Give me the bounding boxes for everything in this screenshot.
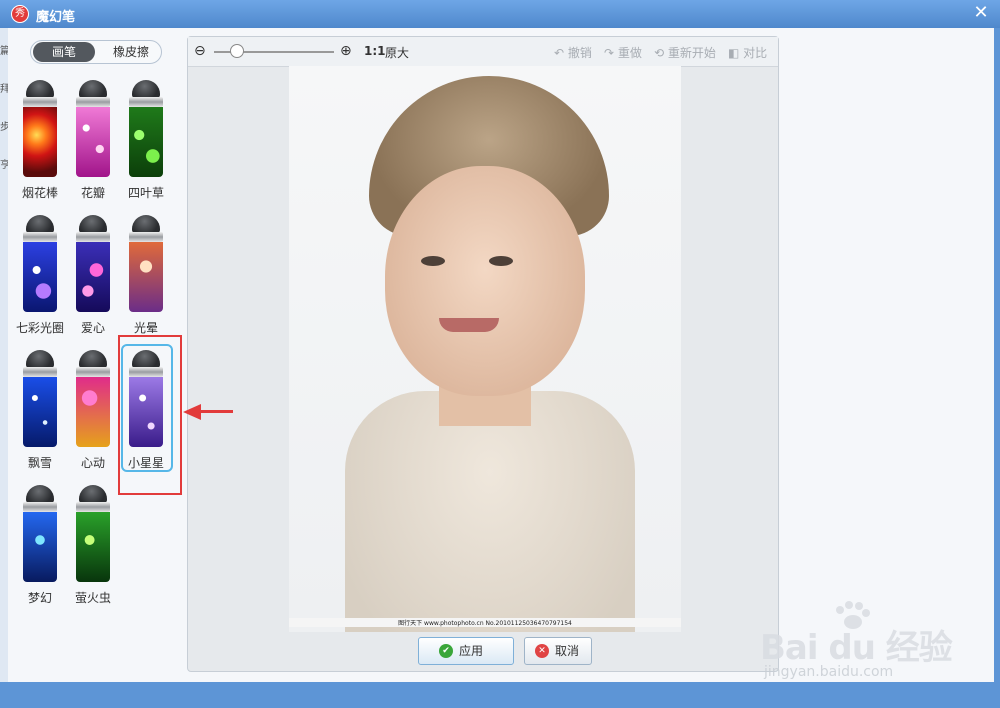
- photo-shirt: [345, 391, 635, 632]
- brush-heart-icon: [76, 242, 110, 312]
- title-bar: 秀 魔幻笔 ✕: [0, 0, 1000, 28]
- brush-cap: [26, 485, 54, 503]
- reset-button[interactable]: ⟲ 重新开始: [654, 44, 716, 61]
- brush-dream-icon: [23, 512, 57, 582]
- brush-clover[interactable]: 四叶草: [124, 80, 168, 208]
- brush-petal[interactable]: 花瓣: [71, 80, 115, 208]
- brush-love[interactable]: 爱心: [71, 215, 115, 343]
- brush-halo-icon: [129, 242, 163, 312]
- undo-label: 撤销: [567, 46, 592, 60]
- brush-ring: [23, 367, 57, 377]
- actual-size-label[interactable]: 原大: [385, 44, 409, 61]
- cancel-button[interactable]: ✕ 取消: [524, 637, 592, 665]
- brush-halo[interactable]: 光晕: [124, 215, 168, 343]
- photo-face: [385, 166, 585, 396]
- brush-rainbow-icon: [23, 242, 57, 312]
- apply-label: 应用: [459, 644, 484, 658]
- brush-ring: [23, 502, 57, 512]
- tab-brush[interactable]: 画笔: [33, 42, 95, 62]
- brush-cap: [26, 80, 54, 98]
- brush-snow[interactable]: 飘雪: [18, 350, 62, 478]
- brush-ring: [23, 232, 57, 242]
- actual-size-ratio[interactable]: 1:1: [364, 44, 386, 58]
- brush-ring: [23, 97, 57, 107]
- brush-cap: [79, 215, 107, 233]
- brush-ring: [76, 232, 110, 242]
- reset-label: 重新开始: [667, 46, 716, 60]
- compare-label: 对比: [743, 46, 768, 60]
- cancel-icon: ✕: [535, 644, 549, 658]
- brush-petal-icon: [76, 107, 110, 177]
- brush-cap: [79, 350, 107, 368]
- brush-dream[interactable]: 梦幻: [18, 485, 62, 613]
- brush-label: 光晕: [133, 321, 158, 335]
- brush-label: 萤火虫: [74, 591, 111, 605]
- brush-cap: [26, 215, 54, 233]
- redo-button[interactable]: ↷ 重做: [604, 44, 642, 61]
- brush-fireworks-icon: [23, 107, 57, 177]
- brush-cap: [79, 485, 107, 503]
- brush-firefly[interactable]: 萤火虫: [71, 485, 115, 613]
- watermark-brand: Bai du 经验: [760, 628, 953, 668]
- close-button[interactable]: ✕: [970, 2, 992, 24]
- brush-cap: [132, 80, 160, 98]
- brush-label: 四叶草: [127, 186, 164, 200]
- check-icon: ✔: [439, 644, 453, 658]
- annotation-arrow-icon: [183, 404, 233, 420]
- photo-eye: [421, 256, 445, 266]
- brush-firefly-icon: [76, 512, 110, 582]
- baidu-watermark: Bai du 经验 jingyan.baidu.com: [760, 600, 970, 690]
- zoom-in-icon[interactable]: ⊕: [340, 43, 356, 59]
- brush-ring: [129, 97, 163, 107]
- brush-fireworks[interactable]: 烟花棒: [18, 80, 62, 208]
- brush-ring: [129, 232, 163, 242]
- brush-rainbow-ring[interactable]: 七彩光圈: [16, 215, 64, 343]
- photo-mouth: [439, 318, 499, 332]
- undo-button[interactable]: ↶ 撤销: [554, 44, 592, 61]
- brush-cap: [26, 350, 54, 368]
- brush-cap: [132, 215, 160, 233]
- brush-clover-icon: [129, 107, 163, 177]
- redo-label: 重做: [617, 46, 642, 60]
- brush-cap: [79, 80, 107, 98]
- apply-button[interactable]: ✔ 应用: [418, 637, 514, 665]
- dialog-client: 画笔 橡皮擦 烟花棒 花瓣 四叶草 七彩光圈 爱心 光晕 飘雪 心动 小星星 梦…: [8, 28, 994, 682]
- zoom-slider-thumb[interactable]: [230, 44, 244, 58]
- tab-eraser[interactable]: 橡皮擦: [101, 41, 161, 63]
- magic-pen-window: 秀 魔幻笔 ✕ 篇 拜 步 亨 画笔 橡皮擦 烟花棒 花瓣 四叶草 七彩光圈 爱…: [0, 0, 1000, 708]
- compare-button[interactable]: ◧ 对比: [728, 44, 767, 61]
- editor-toolbar: ⊖ ⊕ 1:1 原大 ↶ 撤销 ↷ 重做 ⟲ 重新开始 ◧ 对比: [188, 37, 778, 67]
- watermark-url: jingyan.baidu.com: [764, 664, 894, 680]
- brush-ring: [76, 97, 110, 107]
- app-logo-icon: 秀: [11, 5, 29, 23]
- brush-ring: [76, 367, 110, 377]
- zoom-out-icon[interactable]: ⊖: [194, 43, 210, 59]
- canvas-photo[interactable]: 图行天下 www.photophoto.cn No.20101125036470…: [289, 66, 681, 632]
- brush-heartbeat[interactable]: 心动: [71, 350, 115, 478]
- editor-panel: ⊖ ⊕ 1:1 原大 ↶ 撤销 ↷ 重做 ⟲ 重新开始 ◧ 对比 图行天下 ww: [187, 36, 779, 672]
- annotation-red-box: [118, 335, 182, 495]
- brush-heartbeat-icon: [76, 377, 110, 447]
- cancel-label: 取消: [555, 644, 580, 658]
- window-title: 魔幻笔: [36, 10, 76, 25]
- photo-eye: [489, 256, 513, 266]
- mode-tabs: 画笔 橡皮擦: [30, 40, 162, 64]
- photo-caption: 图行天下 www.photophoto.cn No.20101125036470…: [289, 618, 681, 627]
- background-window-edge: 篇 拜 步 亨: [0, 28, 10, 683]
- brush-ring: [76, 502, 110, 512]
- brush-snow-icon: [23, 377, 57, 447]
